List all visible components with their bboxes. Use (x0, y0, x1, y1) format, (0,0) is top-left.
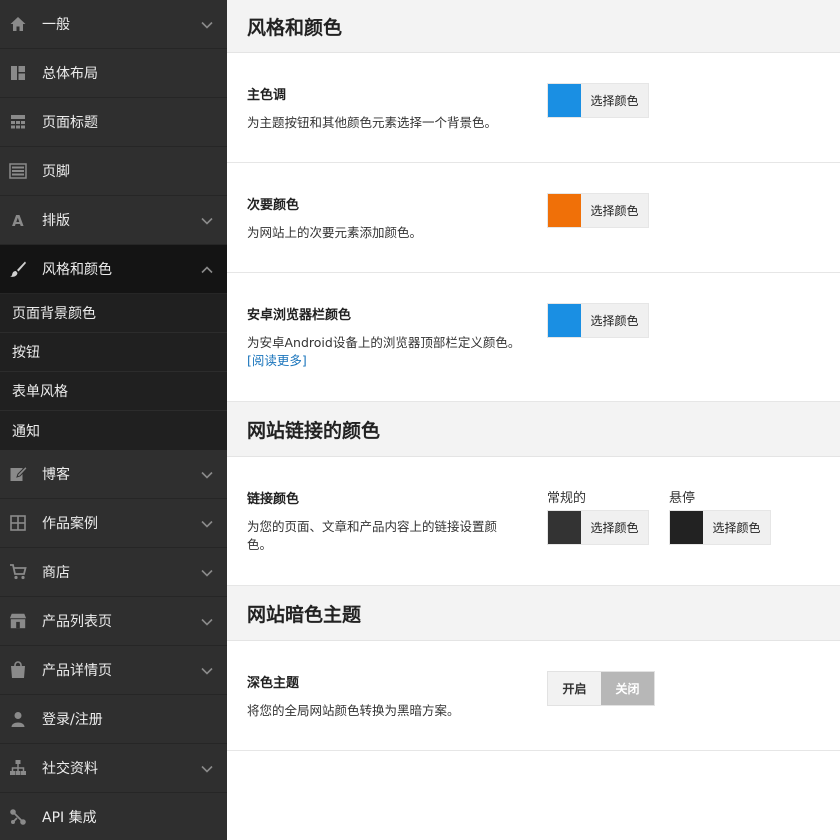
chevron-down-icon (200, 663, 214, 677)
chevron-down-icon (200, 516, 214, 530)
edit-icon (9, 465, 27, 483)
choose-color-label: 选择颜色 (590, 521, 639, 535)
choose-color-label: 选择颜色 (590, 204, 639, 218)
svg-text:A: A (12, 212, 24, 228)
product-icon (9, 661, 27, 679)
setting-title: 链接颜色 (247, 492, 300, 507)
section-title-link-colors: 网站链接的颜色 (227, 402, 840, 457)
sidebar-subitem[interactable]: 表单风格 (0, 372, 227, 411)
chevron-down-icon (200, 467, 214, 481)
chevron-down-icon (200, 17, 214, 31)
store-icon (9, 612, 27, 630)
android-color-picker[interactable]: 选择颜色 (547, 303, 649, 338)
settings-sidebar: 一般总体布局页面标题页脚 A 排版风格和颜色 页面背景颜色 按钮 表单风格 通知 博客作品… (0, 0, 227, 840)
setting-description: 为网站上的次要元素添加颜色。 (247, 225, 423, 240)
color-swatch[interactable] (670, 511, 703, 544)
sidebar-item-label: 总体布局 (42, 66, 98, 82)
chevron-down-icon (200, 213, 214, 227)
setting-description: 为安卓Android设备上的浏览器顶部栏定义颜色。 [阅读更多] (247, 334, 537, 370)
setting-row-primary-color: 主色调 为主题按钮和其他颜色元素选择一个背景色。 选择颜色 (227, 53, 840, 163)
section-title-dark-theme: 网站暗色主题 (227, 586, 840, 641)
secondary-color-picker[interactable]: 选择颜色 (547, 193, 649, 228)
link-normal-color-picker[interactable]: 选择颜色 (547, 510, 649, 545)
footer-icon (9, 162, 27, 180)
normal-label: 常规的 (547, 491, 587, 506)
sidebar-item[interactable]: 产品列表页 (0, 597, 227, 646)
choose-color-label: 选择颜色 (712, 521, 761, 535)
chevron-down-icon (200, 761, 214, 775)
sidebar-item-label: 风格和颜色 (42, 262, 112, 278)
sidebar-item-label: API 集成 (42, 810, 97, 826)
setting-row-android-bar-color: 安卓浏览器栏颜色 为安卓Android设备上的浏览器顶部栏定义颜色。 [阅读更多… (227, 273, 840, 402)
sidebar-item-label: 页脚 (42, 164, 70, 180)
grid-icon (9, 514, 27, 532)
dark-theme-toggle[interactable]: 开启 关闭 (547, 671, 655, 706)
api-icon (9, 808, 27, 826)
layout-icon (9, 64, 27, 82)
link-hover-color-picker[interactable]: 选择颜色 (669, 510, 771, 545)
sidebar-item[interactable]: 风格和颜色 (0, 245, 227, 294)
sub-menu-style-colors: 页面背景颜色 按钮 表单风格 通知 (0, 294, 227, 450)
sidebar-item[interactable]: 总体布局 (0, 49, 227, 98)
home-icon (9, 15, 27, 33)
section-title-style-colors: 风格和颜色 (227, 0, 840, 53)
sidebar-item-label: 商店 (42, 565, 70, 581)
sidebar-item-label: 一般 (42, 17, 70, 33)
sidebar-item[interactable]: 页面标题 (0, 98, 227, 147)
color-swatch[interactable] (548, 194, 581, 227)
sidebar-item[interactable]: 作品案例 (0, 499, 227, 548)
cart-icon (9, 563, 27, 581)
chevron-down-icon (200, 565, 214, 579)
choose-color-label: 选择颜色 (590, 94, 639, 108)
sidebar-item-label: 产品列表页 (42, 614, 112, 630)
sidebar-subitem[interactable]: 按钮 (0, 333, 227, 372)
setting-description: 将您的全局网站颜色转换为黑暗方案。 (247, 703, 460, 718)
setting-title: 安卓浏览器栏颜色 (247, 308, 352, 323)
toggle-on-option[interactable]: 开启 (548, 672, 601, 705)
brush-icon (9, 260, 27, 278)
chevron-down-icon (200, 614, 214, 628)
sidebar-subitem[interactable]: 通知 (0, 411, 227, 450)
sidebar-item[interactable]: 一般 (0, 0, 227, 49)
setting-description: 为主题按钮和其他颜色元素选择一个背景色。 (247, 115, 498, 130)
sidebar-item-label: 登录/注册 (42, 712, 103, 728)
color-swatch[interactable] (548, 84, 581, 117)
setting-title: 次要颜色 (247, 198, 300, 213)
primary-color-picker[interactable]: 选择颜色 (547, 83, 649, 118)
setting-row-dark-theme: 深色主题 将您的全局网站颜色转换为黑暗方案。 开启 关闭 (227, 641, 840, 751)
choose-color-label: 选择颜色 (590, 314, 639, 328)
sidebar-item[interactable]: 商店 (0, 548, 227, 597)
toggle-off-option[interactable]: 关闭 (601, 672, 654, 705)
sidebar-subitem[interactable]: 页面背景颜色 (0, 294, 227, 333)
main-panel: 风格和颜色 主色调 为主题按钮和其他颜色元素选择一个背景色。 选择颜色 次要颜色… (227, 0, 840, 840)
setting-title: 主色调 (247, 88, 287, 103)
page-title-icon (9, 113, 27, 131)
sidebar-item-label: 博客 (42, 467, 70, 483)
setting-row-secondary-color: 次要颜色 为网站上的次要元素添加颜色。 选择颜色 (227, 163, 840, 273)
sidebar-item[interactable]: A 排版 (0, 196, 227, 245)
setting-row-link-color: 链接颜色 为您的页面、文章和产品内容上的链接设置颜色。 常规的 悬停 选择颜色 … (227, 457, 840, 586)
chevron-up-icon (200, 262, 214, 276)
sidebar-item-label: 产品详情页 (42, 663, 112, 679)
setting-title: 深色主题 (247, 676, 300, 691)
sidebar-item[interactable]: 页脚 (0, 147, 227, 196)
sidebar-item-label: 排版 (42, 213, 70, 229)
user-icon (9, 710, 27, 728)
sidebar-item[interactable]: 社交资料 (0, 744, 227, 793)
read-more-link[interactable]: [阅读更多] (247, 353, 307, 368)
sidebar-item-label: 作品案例 (42, 516, 98, 532)
network-icon (9, 759, 27, 777)
sidebar-item[interactable]: 产品详情页 (0, 646, 227, 695)
sidebar-item[interactable]: 博客 (0, 450, 227, 499)
setting-description: 为您的页面、文章和产品内容上的链接设置颜色。 (247, 519, 498, 552)
color-swatch[interactable] (548, 511, 581, 544)
sidebar-item[interactable]: API 集成 (0, 793, 227, 840)
typography-icon: A (9, 211, 27, 229)
color-swatch[interactable] (548, 304, 581, 337)
sidebar-item-label: 社交资料 (42, 761, 98, 777)
sidebar-item-label: 页面标题 (42, 115, 98, 131)
setting-description-text: 为安卓Android设备上的浏览器顶部栏定义颜色。 (247, 335, 521, 350)
sidebar-item[interactable]: 登录/注册 (0, 695, 227, 744)
hover-label: 悬停 (669, 491, 696, 506)
